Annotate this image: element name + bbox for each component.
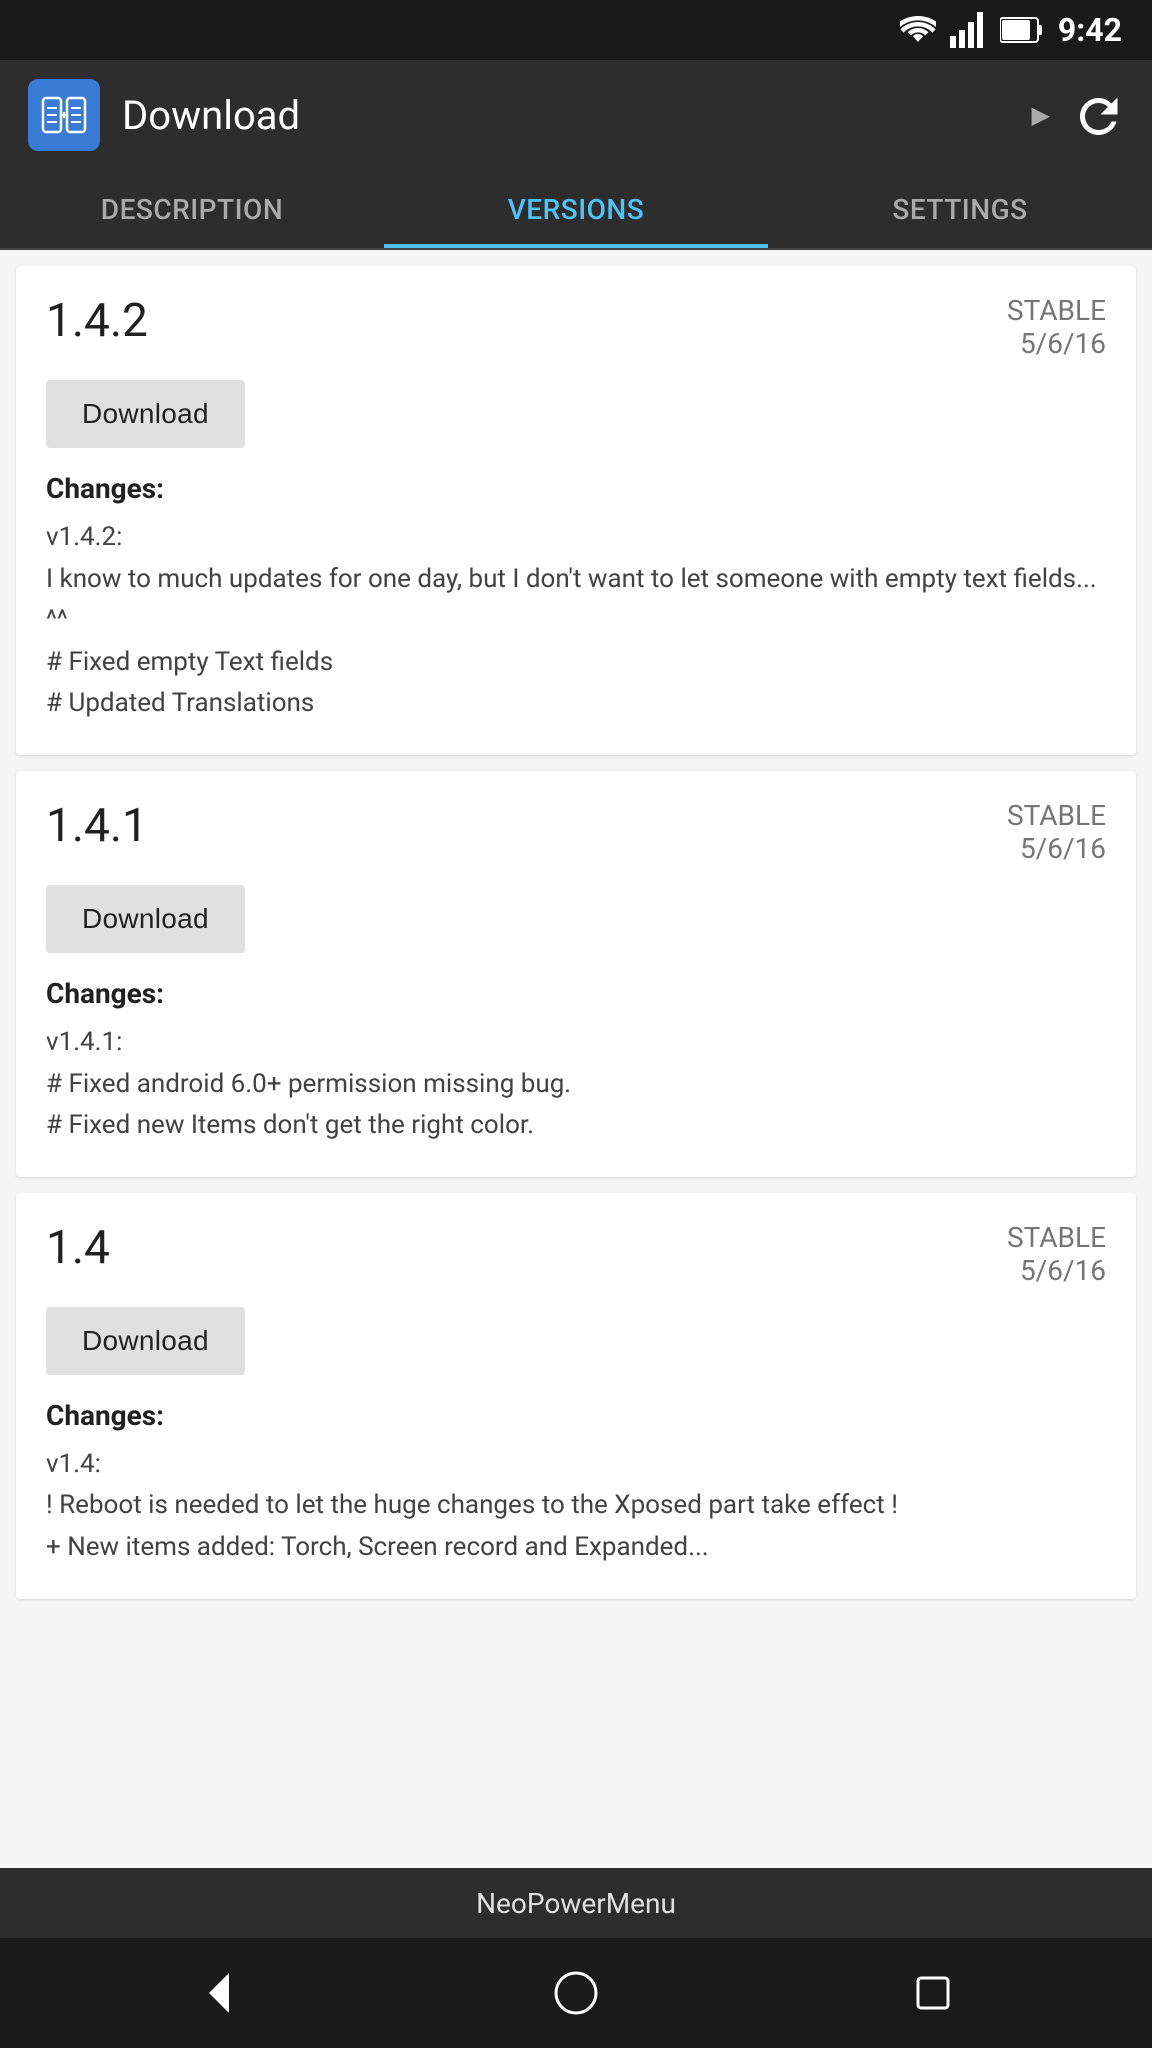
wifi-icon (900, 16, 936, 44)
version-card-142: 1.4.2 STABLE 5/6/16 Download Changes: v1… (16, 266, 1136, 755)
version-date-141: 5/6/16 (1007, 832, 1106, 865)
download-button-142[interactable]: Download (46, 380, 245, 448)
version-stable-141: STABLE (1007, 799, 1106, 832)
recents-button[interactable] (893, 1953, 973, 2033)
version-card-14: 1.4 STABLE 5/6/16 Download Changes: v1.4… (16, 1193, 1136, 1599)
toolbar: Download ▶ (0, 60, 1152, 170)
version-meta-141: STABLE 5/6/16 (1007, 799, 1106, 865)
toolbar-title: Download (122, 92, 1014, 139)
version-header-142: 1.4.2 STABLE 5/6/16 (46, 294, 1106, 360)
version-date-142: 5/6/16 (1007, 327, 1106, 360)
battery-icon (1000, 16, 1044, 44)
changes-label-142: Changes: (46, 472, 1106, 505)
app-icon-container (24, 75, 104, 155)
tab-description[interactable]: Description (0, 170, 384, 248)
status-time: 9:42 (1058, 11, 1122, 49)
tab-settings[interactable]: Settings (768, 170, 1152, 248)
refresh-button[interactable] (1068, 85, 1128, 145)
main-content: 1.4.2 STABLE 5/6/16 Download Changes: v1… (0, 250, 1152, 1868)
version-card-141: 1.4.1 STABLE 5/6/16 Download Changes: v1… (16, 771, 1136, 1177)
changes-text-141: v1.4.1:# Fixed android 6.0+ permission m… (46, 1022, 1106, 1147)
version-meta-14: STABLE 5/6/16 (1007, 1221, 1106, 1287)
tab-versions[interactable]: Versions (384, 170, 768, 248)
home-icon (551, 1968, 601, 2018)
download-button-141[interactable]: Download (46, 885, 245, 953)
version-meta-142: STABLE 5/6/16 (1007, 294, 1106, 360)
version-number-141: 1.4.1 (46, 799, 148, 853)
version-header-14: 1.4 STABLE 5/6/16 (46, 1221, 1106, 1287)
app-icon (28, 79, 100, 151)
refresh-icon (1073, 90, 1123, 140)
version-number-142: 1.4.2 (46, 294, 148, 348)
back-button[interactable] (179, 1953, 259, 2033)
app-icon-svg (39, 90, 89, 140)
signal-icon (950, 12, 986, 48)
download-button-14[interactable]: Download (46, 1307, 245, 1375)
status-icons: 9:42 (900, 11, 1122, 49)
version-number-14: 1.4 (46, 1221, 110, 1275)
tabs-bar: Description Versions Settings (0, 170, 1152, 250)
recents-icon (908, 1968, 958, 2018)
version-stable-142: STABLE (1007, 294, 1106, 327)
dropdown-arrow-icon: ▶ (1032, 101, 1050, 129)
version-stable-14: STABLE (1007, 1221, 1106, 1254)
bottom-bar-text: NeoPowerMenu (476, 1887, 676, 1920)
changes-label-14: Changes: (46, 1399, 1106, 1432)
changes-label-141: Changes: (46, 977, 1106, 1010)
home-button[interactable] (536, 1953, 616, 2033)
changes-text-142: v1.4.2:I know to much updates for one da… (46, 517, 1106, 725)
bottom-bar: NeoPowerMenu (0, 1868, 1152, 1938)
changes-text-14: v1.4:! Reboot is needed to let the huge … (46, 1444, 1106, 1569)
nav-bar (0, 1938, 1152, 2048)
version-date-14: 5/6/16 (1007, 1254, 1106, 1287)
version-header-141: 1.4.1 STABLE 5/6/16 (46, 799, 1106, 865)
back-icon (194, 1968, 244, 2018)
status-bar: 9:42 (0, 0, 1152, 60)
